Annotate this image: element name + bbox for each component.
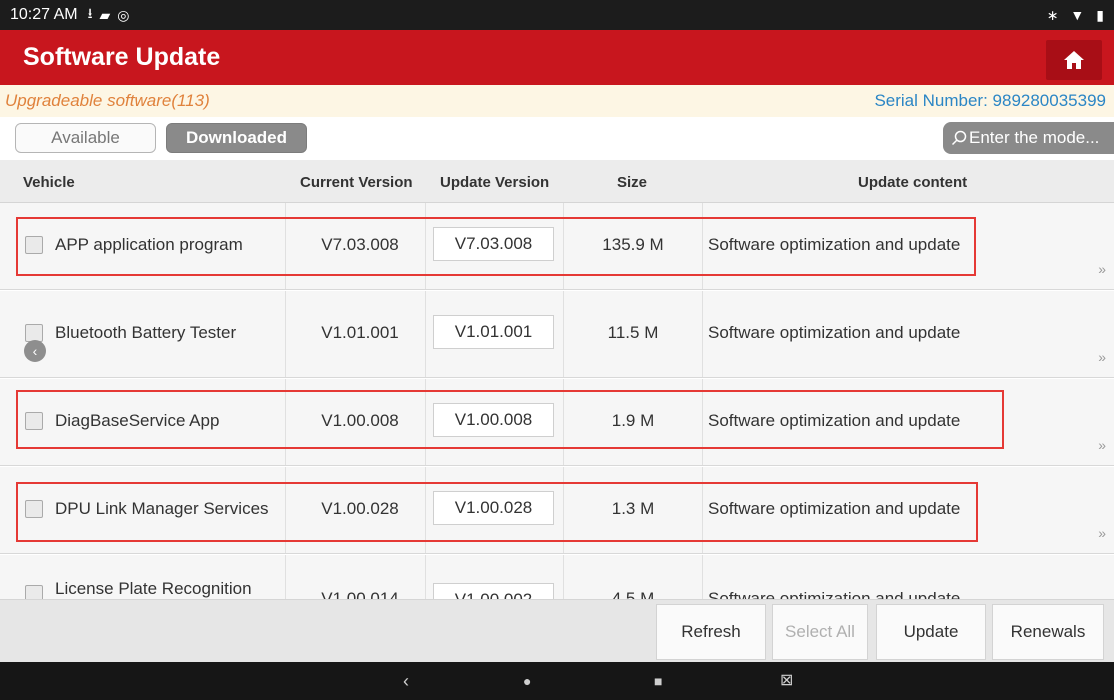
header-size: Size: [617, 174, 648, 191]
row-current-version: V1.00.014: [321, 589, 399, 599]
header-current-version: Current Version: [300, 174, 413, 191]
table-row[interactable]: Bluetooth Battery Tester V1.01.001 V1.01…: [0, 291, 1114, 378]
table-header: Vehicle Current Version Update Version S…: [0, 160, 1114, 203]
wifi-icon: ▼: [1070, 6, 1085, 23]
select-all-button[interactable]: Select All: [772, 604, 868, 660]
recents-icon[interactable]: ■: [654, 671, 662, 691]
expand-icon[interactable]: »: [1098, 349, 1106, 365]
row-name: License Plate Recognition: [55, 579, 252, 598]
refresh-button[interactable]: Refresh: [656, 604, 766, 660]
renewals-button[interactable]: Renewals: [992, 604, 1104, 660]
row-size: 11.5 M: [607, 323, 659, 342]
row-current-version: V1.01.001: [321, 323, 399, 342]
record-icon: ◎: [117, 6, 130, 23]
serial-number: Serial Number: 989280035399: [874, 91, 1106, 110]
navigation-bar: ‹ ● ■ ⊠: [0, 662, 1114, 700]
action-bar: Refresh Select All Update Renewals: [0, 599, 1114, 662]
row-update-version[interactable]: V1.00.002: [433, 583, 554, 599]
back-float-icon[interactable]: ‹: [24, 340, 46, 362]
home-button[interactable]: [1046, 40, 1102, 80]
software-list: APP application program V7.03.008 V7.03.…: [0, 203, 1114, 599]
table-row[interactable]: License Plate Recognition V1.00.014 V1.0…: [0, 555, 1114, 599]
search-input[interactable]: Enter the mode...: [943, 122, 1114, 154]
row-name: Bluetooth Battery Tester: [55, 323, 237, 342]
expand-icon[interactable]: »: [1098, 525, 1106, 541]
home-icon: [1064, 51, 1084, 69]
tabs-row: Available Downloaded Enter the mode...: [0, 117, 1114, 160]
tab-downloaded[interactable]: Downloaded: [166, 123, 307, 153]
page-title: Software Update: [23, 43, 221, 71]
highlight-box: [16, 390, 1004, 449]
tab-available[interactable]: Available: [15, 123, 156, 153]
image-icon: ▰: [99, 6, 111, 23]
search-placeholder: Enter the mode...: [969, 128, 1100, 147]
battery-icon: ▮: [1096, 6, 1104, 23]
header-update-version: Update Version: [440, 174, 550, 191]
expand-icon[interactable]: »: [1098, 437, 1106, 453]
row-checkbox[interactable]: [25, 585, 43, 599]
row-update-content: Software optimization and update: [708, 323, 961, 342]
update-button[interactable]: Update: [876, 604, 986, 660]
info-row: Upgradeable software(113) Serial Number:…: [0, 85, 1114, 117]
title-bar: Software Update: [0, 30, 1114, 85]
status-time: 10:27 AM: [10, 6, 78, 23]
highlight-box: [16, 482, 978, 542]
screenshot-icon[interactable]: ⊠: [780, 671, 793, 691]
row-update-version[interactable]: V1.01.001: [433, 315, 554, 349]
upgradeable-count: Upgradeable software(113): [5, 91, 210, 110]
back-icon[interactable]: ‹: [403, 671, 409, 691]
header-update-content: Update content: [858, 174, 968, 191]
status-bar: 10:27 AM ⭳ ▰ ◎ ∗ ▼ ▮: [0, 0, 1114, 30]
upload-icon: ⭳: [87, 5, 93, 21]
bluetooth-icon: ∗: [1046, 6, 1059, 23]
home-nav-icon[interactable]: ●: [523, 671, 531, 691]
search-icon: [951, 130, 967, 146]
expand-icon[interactable]: »: [1098, 261, 1106, 277]
row-size: 4.5 M: [611, 589, 655, 599]
header-vehicle: Vehicle: [23, 174, 75, 191]
highlight-box: [16, 217, 976, 276]
row-update-content: Software optimization and update: [708, 589, 961, 599]
